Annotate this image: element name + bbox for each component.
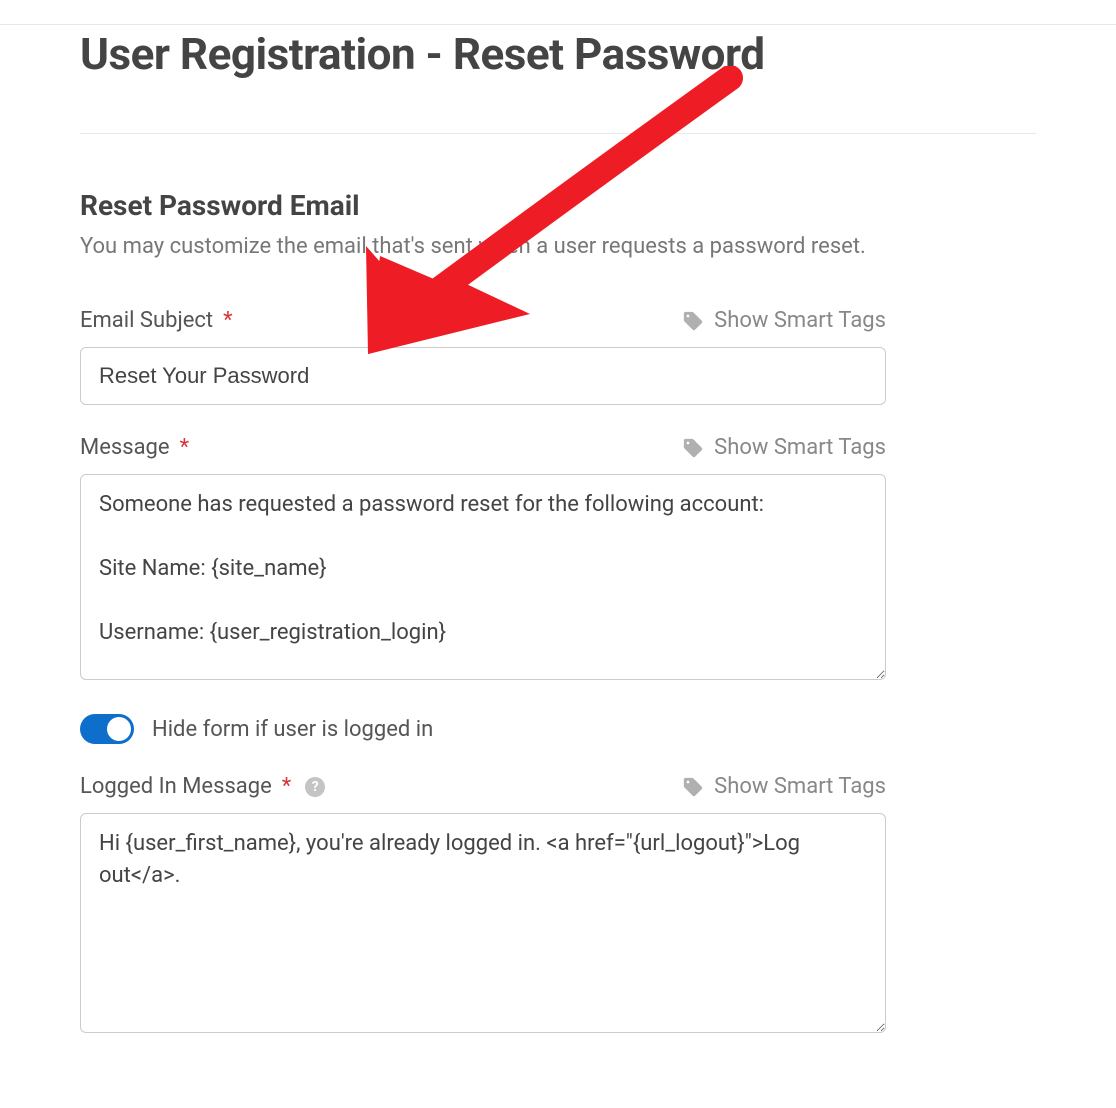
email-subject-field: Email Subject * Show Smart Tags — [80, 308, 1036, 405]
message-textarea[interactable] — [80, 474, 886, 680]
section-divider — [80, 133, 1036, 134]
smart-tags-text: Show Smart Tags — [714, 308, 886, 333]
show-smart-tags-link[interactable]: Show Smart Tags — [682, 308, 886, 333]
show-smart-tags-link[interactable]: Show Smart Tags — [682, 774, 886, 799]
required-asterisk: * — [180, 435, 189, 460]
message-label-text: Message — [80, 435, 170, 460]
page-title: User Registration - Reset Password — [80, 30, 1036, 78]
logged-in-message-label-text: Logged In Message — [80, 774, 272, 799]
email-subject-input[interactable] — [80, 347, 886, 405]
tag-icon — [682, 776, 704, 798]
message-label: Message * — [80, 435, 189, 460]
required-asterisk: * — [282, 774, 291, 799]
tag-icon — [682, 310, 704, 332]
hide-form-toggle[interactable] — [80, 714, 134, 744]
email-subject-label-text: Email Subject — [80, 308, 213, 333]
show-smart-tags-link[interactable]: Show Smart Tags — [682, 435, 886, 460]
logged-in-message-label: Logged In Message * ? — [80, 774, 325, 799]
hide-form-toggle-row: Hide form if user is logged in — [80, 714, 1036, 744]
required-asterisk: * — [223, 308, 232, 333]
help-icon[interactable]: ? — [305, 777, 325, 797]
message-field: Message * Show Smart Tags — [80, 435, 1036, 684]
hide-form-toggle-label: Hide form if user is logged in — [152, 717, 433, 742]
logged-in-message-textarea[interactable] — [80, 813, 886, 1033]
tag-icon — [682, 437, 704, 459]
toggle-knob — [107, 717, 131, 741]
content-container: User Registration - Reset Password Reset… — [0, 0, 1116, 1037]
logged-in-message-field: Logged In Message * ? Show Smart Tags — [80, 774, 1036, 1037]
section-description: You may customize the email that's sent … — [80, 232, 1036, 263]
section-heading: Reset Password Email — [80, 189, 1036, 222]
smart-tags-text: Show Smart Tags — [714, 774, 886, 799]
email-subject-label: Email Subject * — [80, 308, 233, 333]
smart-tags-text: Show Smart Tags — [714, 435, 886, 460]
